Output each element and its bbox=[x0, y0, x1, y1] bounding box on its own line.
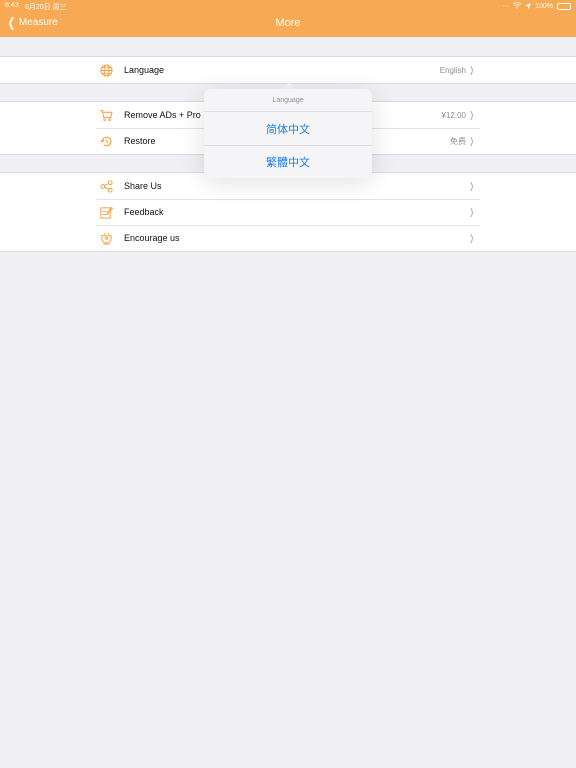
popover-title: Language bbox=[204, 89, 372, 112]
restore-label: Restore bbox=[124, 136, 156, 146]
encourage-label: Encourage us bbox=[124, 233, 180, 243]
remove-ads-label: Remove ADs + Pro bbox=[124, 110, 201, 120]
option-traditional-chinese[interactable]: 繁體中文 bbox=[204, 145, 372, 178]
chevron-right-icon: ❯ bbox=[469, 232, 475, 243]
language-section: Language English ❯ bbox=[0, 56, 576, 84]
status-indicators: ··· 100% bbox=[502, 2, 571, 11]
feedback-label: Feedback bbox=[124, 207, 164, 217]
chevron-right-icon: ❯ bbox=[469, 109, 475, 120]
option-simplified-chinese[interactable]: 简体中文 bbox=[204, 112, 372, 145]
signal-icon: ··· bbox=[502, 3, 510, 10]
language-value: English bbox=[439, 65, 466, 75]
language-popover: Language 简体中文 繁體中文 bbox=[204, 89, 372, 178]
chevron-right-icon: ❯ bbox=[469, 135, 475, 146]
share-icon bbox=[100, 180, 113, 193]
social-section: Share Us ❯ Feedback ❯ Encourage us ❯ bbox=[0, 172, 576, 252]
battery-icon bbox=[557, 3, 571, 10]
status-time: 8:43 bbox=[5, 2, 19, 9]
language-label: Language bbox=[124, 65, 165, 75]
wifi-icon bbox=[512, 2, 522, 11]
cup-heart-icon bbox=[100, 232, 113, 245]
restore-value: 免费 bbox=[450, 136, 466, 146]
feedback-row[interactable]: Feedback ❯ bbox=[0, 199, 576, 225]
popover-arrow bbox=[282, 82, 296, 89]
chevron-right-icon: ❯ bbox=[469, 206, 475, 217]
encourage-row[interactable]: Encourage us ❯ bbox=[0, 225, 576, 251]
status-date: 6月20日 周三 bbox=[25, 4, 67, 11]
chevron-right-icon: ❯ bbox=[469, 180, 475, 191]
navigation-bar: 8:43 6月20日 周三 ··· 100% ❮ Measure More bbox=[0, 0, 576, 37]
restore-history-icon bbox=[100, 135, 113, 148]
language-row[interactable]: Language English ❯ bbox=[0, 57, 576, 83]
battery-percent: 100% bbox=[535, 3, 553, 10]
globe-icon bbox=[100, 64, 113, 77]
location-icon bbox=[525, 2, 532, 11]
chevron-right-icon: ❯ bbox=[469, 64, 475, 75]
remove-ads-price: ¥12.00 bbox=[441, 110, 466, 120]
share-label: Share Us bbox=[124, 181, 162, 191]
page-title: More bbox=[275, 17, 301, 29]
cart-icon bbox=[100, 109, 113, 122]
edit-note-icon bbox=[100, 206, 114, 219]
